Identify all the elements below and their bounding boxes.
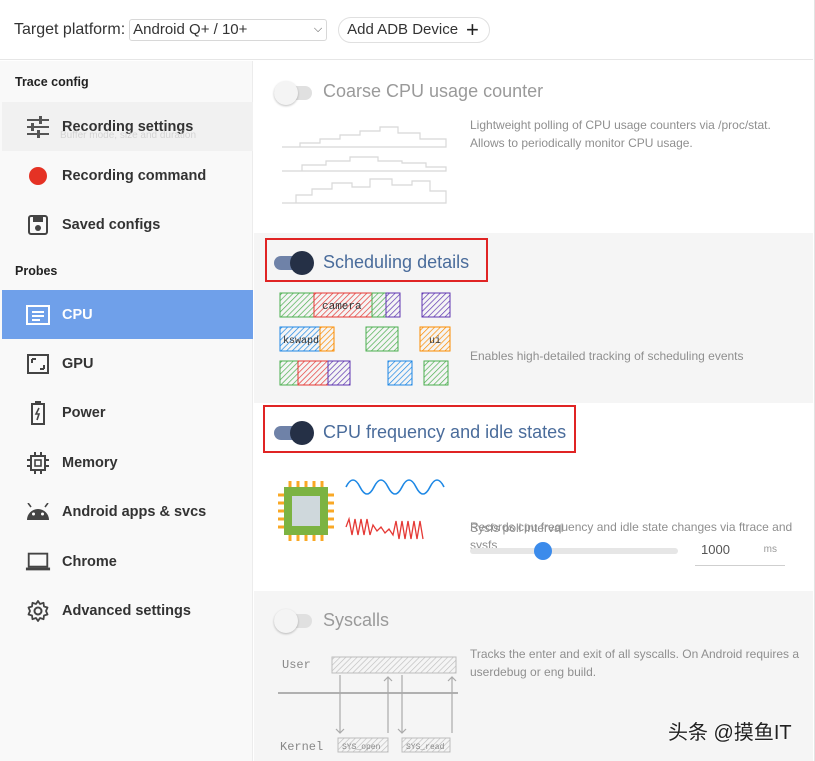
top-bar: Target platform: Android Q+ / 10+ ⌵ Add … (0, 0, 813, 60)
add-adb-device-label: Add ADB Device (347, 21, 459, 38)
syscalls-label-user: User (282, 658, 311, 672)
watermark: 头条 @摸鱼IT (668, 722, 792, 744)
sidebar-item-recording-command[interactable]: Recording command (2, 151, 253, 200)
sidebar-item-cpu[interactable]: CPU (2, 290, 253, 339)
record-dot-icon (25, 163, 51, 189)
gear-icon (25, 598, 51, 624)
syscalls-label-kernel: Kernel (280, 740, 323, 754)
cpu-frequency-highlight-box (263, 405, 576, 453)
probe-coarse-cpu: Coarse CPU usage counter Lightweight pol… (254, 61, 813, 233)
target-platform-label: Target platform: (14, 20, 126, 38)
sidebar-item-advanced-settings[interactable]: Advanced settings (2, 586, 253, 635)
cpu-frequency-illustration (278, 479, 445, 541)
recording-settings-subtitle: Buffer mode, size and duration (60, 130, 197, 141)
poll-interval-unit: ms (763, 544, 777, 555)
sidebar: Trace config Recording settings Buffer m… (0, 61, 253, 761)
sidebar-item-android-apps[interactable]: Android apps & svcs (2, 487, 253, 536)
sidebar-item-label: Advanced settings (62, 602, 191, 619)
coarse-cpu-toggle[interactable] (274, 81, 314, 105)
scheduling-description: Enables high-detailed tracking of schedu… (470, 349, 744, 363)
save-icon (25, 212, 51, 238)
memory-chip-icon (25, 450, 51, 476)
sidebar-item-label: Android apps & svcs (62, 503, 207, 520)
sidebar-item-saved-configs[interactable]: Saved configs (2, 200, 253, 249)
sidebar-item-label: Power (62, 404, 106, 421)
syscalls-toggle[interactable] (274, 609, 314, 633)
syscalls-description: Tracks the enter and exit of all syscall… (470, 647, 800, 679)
sidebar-item-power[interactable]: Power (2, 388, 253, 437)
target-platform-value: Android Q+ / 10+ (133, 21, 248, 38)
slider-thumb[interactable] (533, 542, 552, 560)
sysfs-poll-interval-input[interactable]: 1000 ms (695, 534, 785, 566)
perfetto-record-page: Target platform: Android Q+ / 10+ ⌵ Add … (0, 0, 815, 761)
scheduling-label-kswapd: kswapd (283, 335, 319, 347)
coarse-cpu-illustration (282, 126, 447, 204)
cpu-icon (25, 302, 51, 328)
poll-interval-value: 1000 (701, 542, 730, 557)
sysfs-poll-interval-label: Sysfs poll interval (470, 521, 564, 535)
plus-icon: + (466, 16, 479, 42)
chevron-down-icon: ⌵ (313, 23, 323, 35)
sidebar-item-label: CPU (62, 306, 93, 323)
sidebar-item-label: GPU (62, 355, 94, 372)
syscalls-label-sys-open: SYS_open (342, 743, 381, 752)
coarse-cpu-description: Lightweight polling of CPU usage counter… (470, 118, 771, 150)
add-adb-device-button[interactable]: Add ADB Device + (338, 16, 490, 43)
scheduling-label-camera: camera (322, 301, 362, 313)
syscalls-title: Syscalls (323, 610, 390, 630)
sidebar-item-chrome[interactable]: Chrome (2, 537, 253, 586)
android-icon (25, 499, 51, 525)
gpu-icon (25, 351, 51, 377)
trace-config-section-title: Trace config (15, 75, 89, 89)
scheduling-illustration: camera kswapd ui (279, 292, 451, 386)
target-platform-select[interactable]: Android Q+ / 10+ ⌵ (129, 18, 328, 41)
coarse-cpu-title: Coarse CPU usage counter (323, 81, 544, 101)
sliders-icon (25, 114, 51, 140)
scheduling-label-ui: ui (429, 335, 441, 347)
sidebar-item-memory[interactable]: Memory (2, 438, 253, 487)
syscalls-illustration: User Kernel SYS_open SYS_read (278, 656, 458, 754)
sidebar-item-label: Recording command (62, 167, 207, 184)
sidebar-item-label: Saved configs (62, 216, 161, 233)
chip-icon (278, 481, 334, 541)
sidebar-item-label: Memory (62, 454, 118, 471)
laptop-icon (25, 549, 51, 575)
syscalls-label-sys-read: SYS_read (406, 743, 445, 752)
sidebar-item-label: Chrome (62, 553, 117, 570)
probes-section-title: Probes (15, 264, 58, 278)
sysfs-poll-interval-slider[interactable] (470, 542, 678, 560)
battery-icon (25, 400, 51, 426)
sidebar-item-recording-settings[interactable]: Recording settings (2, 102, 253, 151)
sidebar-item-gpu[interactable]: GPU (2, 339, 253, 388)
scheduling-highlight-box (265, 238, 488, 282)
